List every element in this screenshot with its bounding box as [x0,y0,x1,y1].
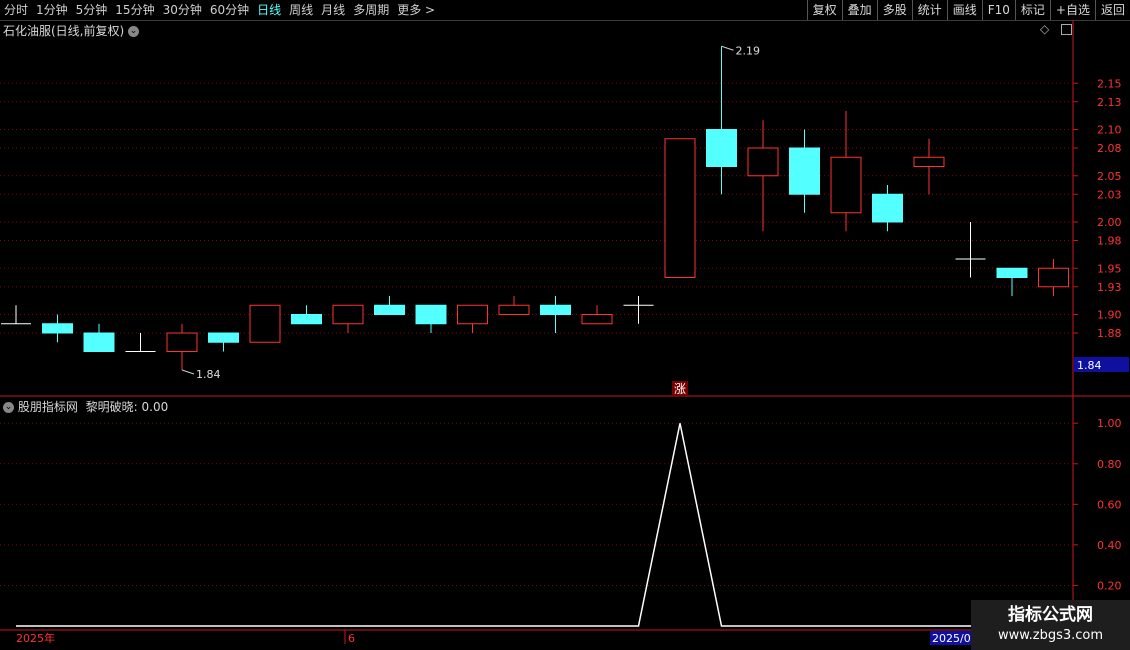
watermark-line2: www.zbgs3.com [997,628,1104,643]
y-tick-label: 2.15 [1097,77,1122,90]
candle-body [291,314,322,325]
y-tick-label: 2.13 [1097,96,1122,109]
y-tick-label: 2.05 [1097,170,1122,183]
candle-body [747,147,779,177]
y-tick-label: 2.08 [1097,142,1122,155]
candle-body [83,332,115,352]
watermark-line1: 指标公式网 [1008,605,1093,625]
high-label: 2.19 [736,44,761,57]
low-pointer [181,369,195,375]
date-label: 2025年 [16,631,55,645]
candle-body [498,304,530,315]
candle-body [664,138,696,278]
date-label: 6 [348,632,355,645]
y-tick-label: 2.10 [1097,124,1122,137]
candle-body [415,304,447,325]
candle-body [540,304,571,315]
candle-body [332,304,364,325]
y-tick-label: 0.80 [1097,458,1122,471]
current-price-label: 1.84 [1077,359,1102,372]
candle-body [706,129,737,167]
watermark: 指标公式网 www.zbgs3.com [971,600,1130,650]
candle-body [830,156,862,214]
y-tick-label: 1.00 [1097,417,1122,430]
y-tick-label: 2.03 [1097,188,1122,201]
y-tick-label: 0.60 [1097,498,1122,511]
candle-body [42,323,73,334]
candle-body [789,147,820,195]
candle-body [166,332,198,352]
y-tick-label: 1.93 [1097,281,1122,294]
y-tick-label: 1.98 [1097,235,1122,248]
candle-body [1038,267,1069,288]
y-tick-label: 1.88 [1097,327,1122,340]
candle-body [374,304,405,315]
candle-body [872,193,903,223]
candle-body [208,332,239,343]
indicator-line [16,423,1054,627]
y-tick-label: 1.95 [1097,262,1122,275]
low-label: 1.84 [196,368,221,381]
y-tick-label: 1.90 [1097,309,1122,322]
chart-svg: 1.88 1.90 1.93 1.95 1.98 2.00 2.03 2.05 2.08 2.10… [0,20,1130,650]
signal-marker-label: 涨 [674,381,686,396]
candle-body [581,314,613,325]
candle-body [249,304,281,343]
y-tick-label: 0.40 [1097,539,1122,552]
candle-body [457,304,488,325]
y-tick-label: 0.20 [1097,579,1122,592]
high-pointer [721,45,734,51]
y-tick-label: 2.00 [1097,216,1122,229]
candle-body [996,267,1028,278]
candle-body [913,156,945,167]
